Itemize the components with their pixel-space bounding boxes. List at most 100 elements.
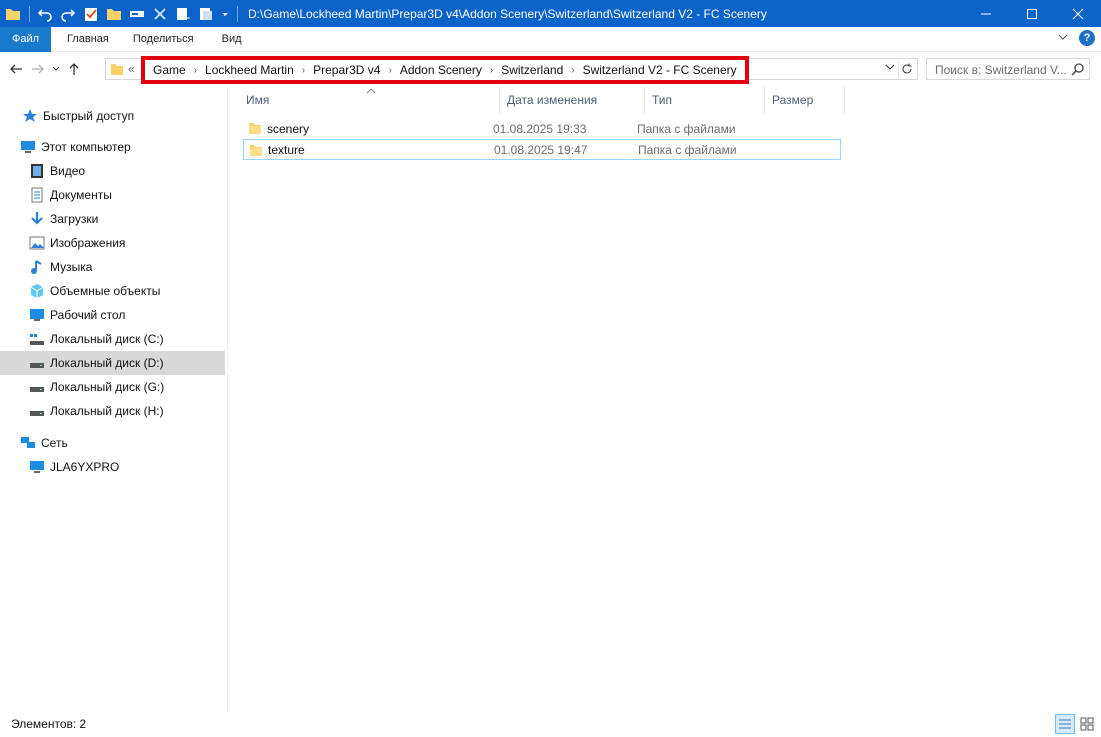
- chevron-right-icon[interactable]: ›: [384, 65, 395, 76]
- breadcrumb-item[interactable]: Switzerland: [497, 63, 567, 77]
- move-to-icon[interactable]: [174, 5, 192, 23]
- folder-icon: [4, 5, 22, 23]
- sidebar-item-label: Сеть: [41, 436, 68, 450]
- item-count: Элементов: 2: [11, 717, 87, 731]
- video-icon: [29, 163, 45, 179]
- sidebar-item-label: Рабочий стол: [50, 308, 126, 322]
- cube-icon: [29, 283, 45, 299]
- breadcrumb-overflow[interactable]: «: [128, 62, 135, 76]
- maximize-icon: [1027, 8, 1037, 19]
- recent-locations-button[interactable]: [49, 58, 63, 80]
- sidebar-item-drive-h[interactable]: Локальный диск (H:): [0, 399, 225, 423]
- rename-icon[interactable]: [128, 5, 146, 23]
- undo-icon[interactable]: [36, 5, 54, 23]
- download-icon: [29, 211, 45, 227]
- file-list: Имя Дата изменения Тип Размер scenery 01…: [229, 86, 1101, 713]
- quick-access-toolbar: [0, 0, 244, 27]
- chevron-right-icon[interactable]: ›: [567, 65, 578, 76]
- file-date: 01.08.2025 19:33: [493, 121, 587, 136]
- sidebar-item-label: Видео: [50, 164, 86, 178]
- column-header-label: Тип: [652, 93, 673, 107]
- refresh-button[interactable]: [898, 61, 914, 77]
- network-icon: [20, 435, 36, 451]
- column-header-type[interactable]: Тип: [645, 86, 765, 114]
- document-icon: [29, 187, 45, 203]
- minimize-icon: [981, 13, 991, 14]
- large-icons-view-button[interactable]: [1077, 714, 1097, 734]
- breadcrumb-item[interactable]: Game: [149, 63, 190, 77]
- chevron-right-icon[interactable]: ›: [486, 65, 497, 76]
- sidebar-item-label: Быстрый доступ: [43, 109, 135, 123]
- tab-home[interactable]: Главная: [51, 27, 125, 52]
- sidebar-item-documents[interactable]: Документы: [0, 183, 225, 207]
- sidebar-item-label: Документы: [50, 188, 112, 202]
- status-bar: Элементов: 2: [0, 713, 1101, 737]
- sidebar-item-3d-objects[interactable]: Объемные объекты: [0, 279, 225, 303]
- sidebar-item-drive-d[interactable]: Локальный диск (D:): [0, 351, 225, 375]
- column-header-size[interactable]: Размер: [765, 86, 845, 114]
- search-icon[interactable]: [1071, 62, 1085, 79]
- sidebar-item-desktop[interactable]: Рабочий стол: [0, 303, 225, 327]
- help-icon[interactable]: ?: [1079, 30, 1095, 46]
- column-header-date[interactable]: Дата изменения: [500, 86, 645, 114]
- column-header-name[interactable]: Имя: [239, 86, 500, 114]
- image-icon: [29, 235, 45, 251]
- redo-icon[interactable]: [59, 5, 77, 23]
- details-view-button[interactable]: [1055, 714, 1075, 734]
- sidebar-item-drive-g[interactable]: Локальный диск (G:): [0, 375, 225, 399]
- drive-icon: [29, 355, 45, 371]
- file-type: Папка с файлами: [638, 142, 737, 157]
- computer-icon: [29, 459, 45, 475]
- customize-toolbar-icon[interactable]: [220, 5, 230, 23]
- window-title: D:\Game\Lockheed Martin\Prepar3D v4\Addo…: [248, 6, 767, 21]
- sidebar-item-music[interactable]: Музыка: [0, 255, 225, 279]
- sidebar-item-label: Локальный диск (H:): [50, 404, 164, 418]
- table-row[interactable]: texture 01.08.2025 19:47 Папка с файлами: [243, 139, 841, 160]
- toolbar-divider: [237, 5, 238, 22]
- title-bar: D:\Game\Lockheed Martin\Prepar3D v4\Addo…: [0, 0, 1101, 27]
- sidebar-item-drive-c[interactable]: Локальный диск (C:): [0, 327, 225, 351]
- sidebar-item-downloads[interactable]: Загрузки: [0, 207, 225, 231]
- star-icon: [22, 108, 38, 124]
- breadcrumb-item[interactable]: Switzerland V2 - FC Scenery: [579, 63, 741, 77]
- chevron-right-icon[interactable]: ›: [190, 65, 201, 76]
- sidebar-item-network-computer[interactable]: JLA6YXPRO: [0, 455, 225, 479]
- search-placeholder: Поиск в: Switzerland V...: [935, 63, 1067, 77]
- tab-share[interactable]: Поделиться: [125, 27, 210, 52]
- table-row[interactable]: scenery 01.08.2025 19:33 Папка с файлами: [243, 118, 841, 139]
- sidebar-item-videos[interactable]: Видео: [0, 159, 225, 183]
- breadcrumb: Game › Lockheed Martin › Prepar3D v4 › A…: [141, 56, 749, 84]
- sidebar-item-pictures[interactable]: Изображения: [0, 231, 225, 255]
- copy-to-icon[interactable]: [197, 5, 215, 23]
- close-button[interactable]: [1055, 0, 1101, 27]
- refresh-icon: [902, 63, 911, 74]
- sidebar-item-label: Загрузки: [50, 212, 99, 226]
- search-input[interactable]: Поиск в: Switzerland V...: [926, 58, 1090, 80]
- back-button[interactable]: [5, 58, 27, 80]
- sidebar-item-this-pc[interactable]: Этот компьютер: [0, 135, 225, 159]
- breadcrumb-item[interactable]: Addon Scenery: [396, 63, 486, 77]
- sidebar-item-label: Локальный диск (D:): [50, 356, 164, 370]
- sidebar-item-quick-access[interactable]: Быстрый доступ: [0, 104, 225, 128]
- arrow-left-icon: [10, 64, 22, 74]
- breadcrumb-item[interactable]: Prepar3D v4: [309, 63, 384, 77]
- tab-file[interactable]: Файл: [0, 26, 51, 52]
- breadcrumb-item[interactable]: Lockheed Martin: [201, 63, 298, 77]
- chevron-right-icon[interactable]: ›: [298, 65, 309, 76]
- navigation-pane: Быстрый доступ Этот компьютер Видео Доку…: [0, 86, 228, 713]
- expand-ribbon-icon[interactable]: [1057, 31, 1069, 46]
- window-controls: [963, 0, 1101, 27]
- sidebar-item-label: Этот компьютер: [41, 140, 131, 154]
- up-button[interactable]: [63, 58, 85, 80]
- delete-icon[interactable]: [151, 5, 169, 23]
- address-bar[interactable]: « Game › Lockheed Martin › Prepar3D v4 ›…: [105, 56, 918, 84]
- sidebar-item-network[interactable]: Сеть: [0, 431, 225, 455]
- properties-icon[interactable]: [82, 5, 100, 23]
- tab-view[interactable]: Вид: [210, 27, 258, 52]
- ribbon-right-controls: ?: [1057, 30, 1095, 46]
- forward-button[interactable]: [27, 58, 49, 80]
- minimize-button[interactable]: [963, 0, 1009, 27]
- address-history-button[interactable]: [885, 62, 895, 75]
- new-folder-icon[interactable]: [105, 5, 123, 23]
- maximize-button[interactable]: [1009, 0, 1055, 27]
